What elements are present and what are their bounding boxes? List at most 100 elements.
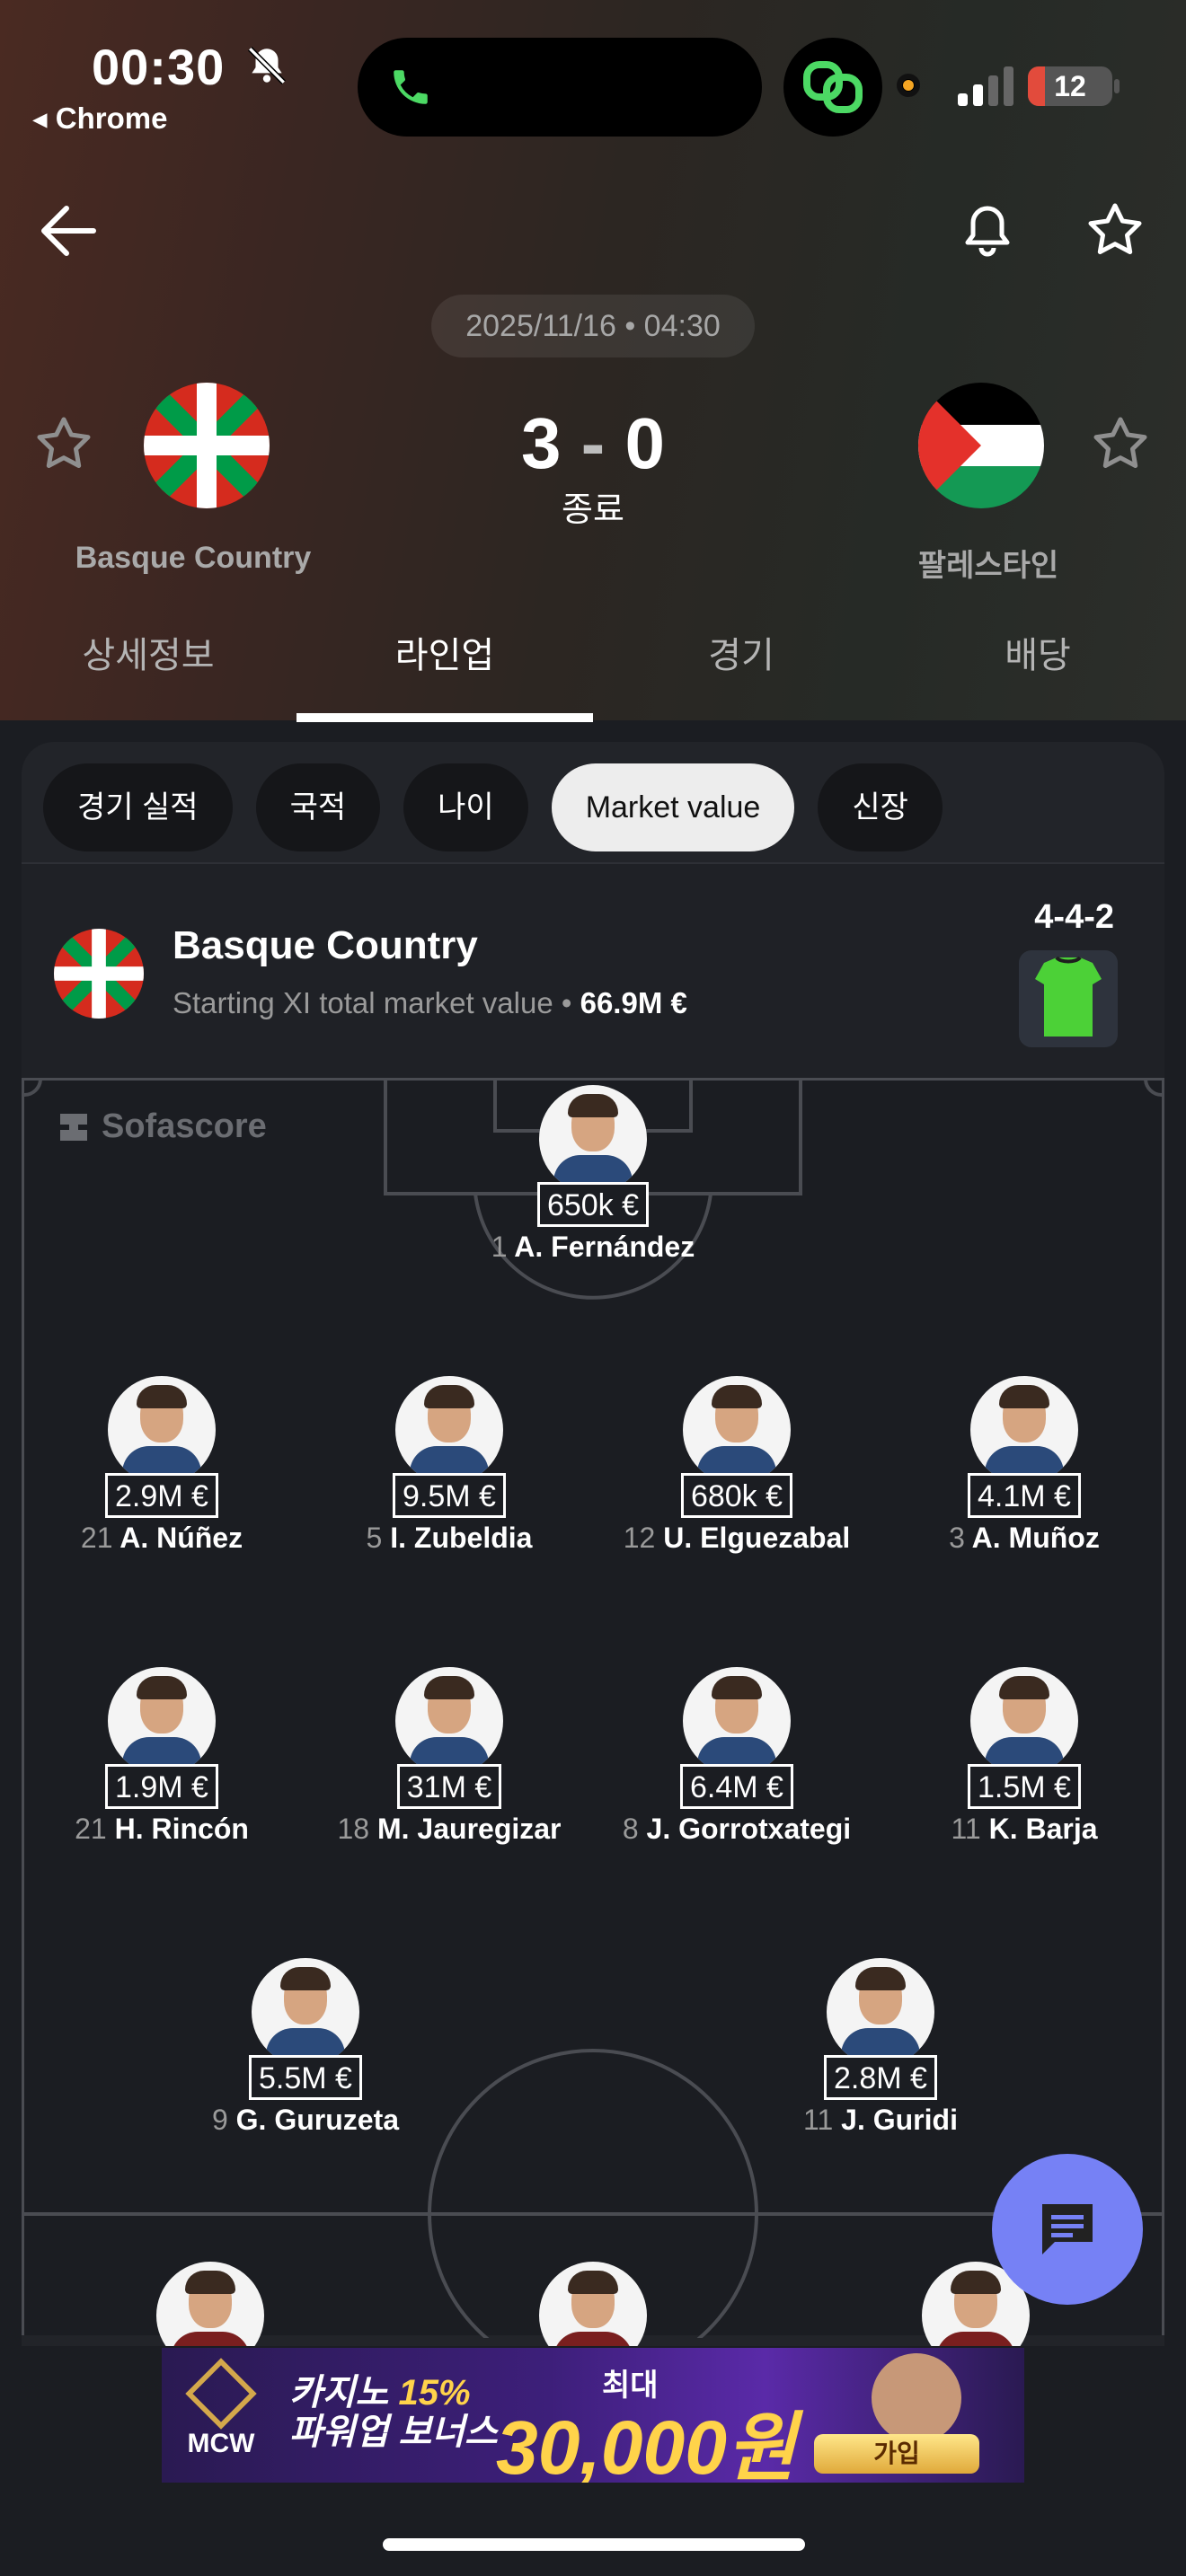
sofascore-logo-icon	[60, 1113, 87, 1141]
notification-bell-icon[interactable]	[956, 199, 1019, 262]
player-avatar	[683, 1376, 791, 1484]
basque-flag-icon[interactable]	[144, 383, 270, 508]
battery-tip	[1114, 79, 1120, 93]
dynamic-island[interactable]	[358, 38, 762, 137]
ad-line2: 파워업 보너스	[289, 2413, 498, 2452]
player-midfielder[interactable]: 6.4M € 8 J. Gorrotxategi	[620, 1667, 854, 1846]
player-number: 12	[623, 1522, 656, 1554]
home-indicator[interactable]	[383, 2538, 805, 2551]
player-label: 18 M. Jauregizar	[332, 1813, 566, 1846]
total-value-label: Starting XI total market value •	[173, 986, 580, 1019]
home-score: 3	[520, 403, 562, 483]
player-market-value: 2.9M €	[105, 1473, 218, 1518]
player-market-value: 5.5M €	[249, 2055, 362, 2100]
chip-nationality[interactable]: 국적	[255, 763, 381, 851]
player-midfielder[interactable]: 1.9M € 21 H. Rincón	[45, 1667, 279, 1846]
home-team-name[interactable]: Basque Country	[36, 541, 350, 576]
chip-age[interactable]: 나이	[403, 763, 528, 851]
chip-performance[interactable]: 경기 실적	[43, 763, 233, 851]
player-midfielder[interactable]: 1.5M € 11 K. Barja	[907, 1667, 1141, 1846]
formation: 4-4-2	[1034, 898, 1114, 936]
ad-brand: MCW	[187, 2429, 255, 2458]
player-name: I. Zubeldia	[390, 1522, 533, 1554]
match-date: 2025/11/16 • 04:30	[431, 295, 755, 357]
player-midfielder[interactable]: 31M € 18 M. Jauregizar	[332, 1667, 566, 1846]
player-avatar	[108, 1667, 216, 1775]
chat-button[interactable]	[992, 2154, 1143, 2305]
player-label: 21 H. Rincón	[45, 1813, 279, 1846]
battery-indicator: 12	[1028, 66, 1112, 106]
player-number: 18	[337, 1813, 370, 1845]
player-name: J. Guridi	[841, 2104, 958, 2136]
player-avatar	[539, 1085, 647, 1193]
player-avatar	[108, 1376, 216, 1484]
status-time: 00:30	[92, 39, 226, 95]
away-team-name[interactable]: 팔레스타인	[845, 541, 1132, 585]
player-defender[interactable]: 2.9M € 21 A. Núñez	[45, 1376, 279, 1555]
ad-join-button[interactable]: 가입	[814, 2434, 979, 2474]
player-goalkeeper[interactable]: 650k € 1 A. Fernández	[476, 1085, 710, 1264]
mcw-logo: MCW	[176, 2358, 266, 2472]
chip-height[interactable]: 신장	[818, 763, 943, 851]
score-separator: -	[580, 403, 606, 483]
player-name: H. Rincón	[114, 1813, 249, 1845]
player-avatar	[252, 1958, 359, 2066]
player-avatar	[970, 1667, 1078, 1775]
match-tabs: 상세정보 라인업 경기 배당	[0, 620, 1186, 722]
player-number: 1	[491, 1231, 508, 1263]
home-favorite-star-icon[interactable]	[32, 413, 95, 476]
player-name: U. Elguezabal	[663, 1522, 851, 1554]
link-app-button[interactable]	[783, 38, 882, 137]
player-label: 8 J. Gorrotxategi	[620, 1813, 854, 1846]
ad-model-image	[872, 2353, 961, 2443]
battery-level: 12	[1054, 70, 1086, 102]
player-number: 8	[622, 1813, 639, 1845]
player-market-value: 31M €	[396, 1764, 502, 1809]
lineup-total-value: Starting XI total market value • 66.9M €	[173, 986, 687, 1020]
player-avatar	[827, 1958, 934, 2066]
player-name: M. Jauregizar	[376, 1813, 562, 1845]
player-defender[interactable]: 4.1M € 3 A. Muñoz	[907, 1376, 1141, 1555]
stat-filter-chips: 경기 실적 국적 나이 Market value 신장	[43, 763, 943, 851]
palestine-flag-icon[interactable]	[918, 383, 1044, 508]
total-value-amount: 66.9M €	[580, 986, 687, 1019]
player-name: A. Núñez	[119, 1522, 243, 1554]
player-label: 3 A. Muñoz	[907, 1522, 1141, 1555]
watermark-text: Sofascore	[102, 1107, 267, 1145]
player-number: 3	[949, 1522, 965, 1554]
player-number: 9	[211, 2104, 228, 2136]
back-to-chrome[interactable]: ◂ Chrome	[32, 101, 167, 136]
player-label: 11 K. Barja	[907, 1813, 1141, 1846]
player-name: G. Guruzeta	[235, 2104, 400, 2136]
player-avatar	[970, 1376, 1078, 1484]
player-number: 11	[951, 1813, 981, 1845]
basque-flag-small-icon	[54, 929, 144, 1019]
player-forward[interactable]: 5.5M € 9 G. Guruzeta	[189, 1958, 422, 2137]
player-market-value: 2.8M €	[824, 2055, 937, 2100]
player-number: 21	[75, 1813, 107, 1845]
player-label: 21 A. Núñez	[45, 1522, 279, 1555]
player-forward[interactable]: 2.8M € 11 J. Guridi	[764, 1958, 997, 2137]
tab-lineup[interactable]: 라인업	[296, 620, 593, 722]
away-favorite-star-icon[interactable]	[1089, 413, 1152, 476]
player-market-value: 1.9M €	[105, 1764, 218, 1809]
player-market-value: 4.1M €	[968, 1473, 1081, 1518]
favorite-star-icon[interactable]	[1084, 199, 1146, 262]
player-defender[interactable]: 9.5M € 5 I. Zubeldia	[332, 1376, 566, 1555]
player-avatar	[395, 1376, 503, 1484]
casino-ad-banner[interactable]: MCW 카지노 15% 파워업 보너스 최대 30,000원 가입	[162, 2348, 1024, 2483]
match-score: 3 - 0	[467, 402, 719, 485]
player-market-value: 680k €	[680, 1473, 793, 1518]
sofascore-watermark: Sofascore	[57, 1107, 267, 1146]
tab-matches[interactable]: 경기	[593, 620, 890, 720]
player-market-value: 9.5M €	[393, 1473, 506, 1518]
chip-market-value[interactable]: Market value	[551, 763, 795, 851]
chat-icon	[1042, 2204, 1093, 2254]
tab-odds[interactable]: 배당	[890, 620, 1186, 720]
player-defender[interactable]: 680k € 12 U. Elguezabal	[620, 1376, 854, 1555]
ad-headline: 카지노 15% 파워업 보너스	[289, 2373, 498, 2452]
away-score: 0	[624, 403, 666, 483]
player-name: J. Gorrotxategi	[646, 1813, 852, 1845]
tab-details[interactable]: 상세정보	[0, 620, 296, 720]
back-arrow-icon[interactable]	[36, 199, 99, 262]
